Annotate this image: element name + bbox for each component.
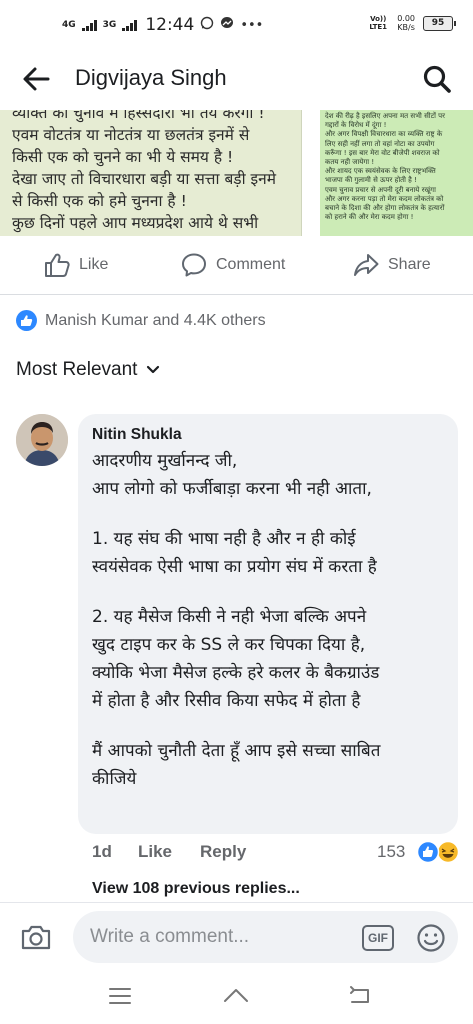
text-line: कुछ दिनों पहले आप मध्यप्रदेश आये थे सभी xyxy=(12,214,259,232)
like-haha-reaction-icon[interactable] xyxy=(414,840,460,864)
text-line: में होता है और रिसीव किया सफेद में होता … xyxy=(92,691,361,711)
post-image-right-panel: देश की रीढ़ है इसलिए अपना मत सभी सीटों प… xyxy=(320,110,473,236)
post-action-row: Like Comment Share xyxy=(0,244,473,290)
page-title: Digvijaya Singh xyxy=(75,65,227,90)
text-line: बचाने के दिशा की और होगा लोकतंत्र के हत्… xyxy=(325,204,445,213)
home-icon[interactable] xyxy=(222,984,250,1008)
comment-body: आदरणीय मुर्खानन्द जी, आप लोगो को फर्जीबाड… xyxy=(92,447,444,793)
text-line: और अगर करना पड़ा तो मेरा कदम लोकतंत्र को xyxy=(325,194,444,203)
battery-icon: 95 xyxy=(423,15,456,31)
text-line: को हराने की और मेरा कदम होगा ! xyxy=(325,213,414,222)
text-line: व्यक्ति का चुनाव में हिस्सेदारी भी तय कर… xyxy=(12,110,265,122)
comment-reaction-count[interactable]: 153 xyxy=(377,842,405,862)
post-image[interactable]: व्यक्ति का चुनाव में हिस्सेदारी भी तय कर… xyxy=(0,110,473,236)
network-type-1: 4G xyxy=(62,19,76,30)
gif-button[interactable]: GIF xyxy=(362,925,394,951)
like-reaction-icon xyxy=(16,310,37,331)
text-line: 2. यह मैसेज किसी ने नही भेजा बल्कि अपने xyxy=(92,607,367,627)
network-speed: 0.00 KB/s xyxy=(397,14,415,32)
signal-bars-1-icon xyxy=(81,19,97,31)
text-line: देखा जाए तो विचारधारा बड़ी या सत्ता बड़ी… xyxy=(12,170,277,188)
comment-meta: 1d Like Reply 153 xyxy=(92,840,462,866)
text-line: एवम वोटतंत्र या नोटतंत्र या छलतंत्र इनमे… xyxy=(12,126,250,144)
network-type-2: 3G xyxy=(102,19,117,30)
status-right: Vo)) LTE1 0.00 KB/s 95 xyxy=(367,14,456,32)
text-line: करूँगा ! इस बार मेरा वोट बीजेपी शवराज को xyxy=(325,148,440,157)
text-line: मंत्रियों से मिले किन्तु सिंधिया समर्थक … xyxy=(12,234,301,236)
text-line: कतय नही जायेगा ! xyxy=(325,158,375,167)
comment-bubble-icon xyxy=(182,253,206,277)
text-line: भाजपा की गुलामी से ऊपर होती है ! xyxy=(325,176,417,185)
comment-input[interactable] xyxy=(73,911,458,963)
reactions-summary[interactable]: Manish Kumar and 4.4K others xyxy=(16,310,266,331)
comment-bubble[interactable]: Nitin Shukla आदरणीय मुर्खानन्द जी, आप लोग… xyxy=(78,414,458,834)
sort-dropdown[interactable]: Most Relevant xyxy=(16,359,160,381)
text-line: से किसी एक को हमे चुनना है ! xyxy=(12,192,187,210)
like-button[interactable]: Like xyxy=(44,252,108,278)
text-line: मैं आपको चुनौती देता हूँ आप इसे सच्चा सा… xyxy=(92,741,381,761)
text-line: 1. यह संघ की भाषा नही है और न ही कोई xyxy=(92,529,356,549)
text-line: और अगर विपक्षी विचारधारा का व्यक्ति राष्… xyxy=(325,130,443,139)
whatsapp-icon xyxy=(200,16,214,34)
reactions-text: Manish Kumar and 4.4K others xyxy=(45,311,266,329)
comment-time: 1d xyxy=(92,842,112,861)
text-line: आप लोगो को फर्जीबाड़ा करना भी नही आता, xyxy=(92,479,372,499)
camera-icon[interactable] xyxy=(20,923,52,951)
text-line: लिए सही नहीं लगा तो वहां नोटा का उपयोग xyxy=(325,139,435,148)
text-line: किसी एक को चुनने का भी ये समय है ! xyxy=(12,148,234,166)
sort-label: Most Relevant xyxy=(16,359,138,380)
comment-like-button[interactable]: Like xyxy=(138,842,172,862)
menu-lines-icon[interactable] xyxy=(106,984,134,1008)
post-image-left-text: व्यक्ति का चुनाव में हिस्सेदारी भी तय कर… xyxy=(12,110,301,236)
more-notifications-icon: ••• xyxy=(240,17,264,33)
volte-indicator: Vo)) LTE1 xyxy=(369,15,388,31)
text-line: कीजिये xyxy=(92,769,137,789)
avatar[interactable] xyxy=(16,414,68,466)
post-image-left-panel: व्यक्ति का चुनाव में हिस्सेदारी भी तय कर… xyxy=(0,110,302,236)
share-arrow-icon xyxy=(354,254,379,276)
speed-value: 0.00 xyxy=(397,14,415,23)
app-header: Digvijaya Singh xyxy=(0,50,473,108)
share-label: Share xyxy=(388,256,431,273)
signal-bars-2-icon xyxy=(122,19,138,31)
back-nav-icon[interactable] xyxy=(346,984,374,1008)
view-previous-replies-link[interactable]: View 108 previous replies... xyxy=(92,880,300,898)
post-image-right-text: देश की रीढ़ है इसलिए अपना मत सभी सीटों प… xyxy=(325,112,470,222)
comment-composer: GIF xyxy=(0,902,473,970)
comment-button[interactable]: Comment xyxy=(181,252,285,278)
divider xyxy=(0,294,473,295)
status-time: 12:44 xyxy=(145,15,195,35)
arrow-left-icon[interactable] xyxy=(22,66,50,92)
comment-reply-button[interactable]: Reply xyxy=(200,842,246,862)
thumbs-up-icon xyxy=(45,253,70,277)
text-line: खुद टाइप कर के SS ले कर चिपका दिया है, xyxy=(92,635,366,655)
text-line: आदरणीय मुर्खानन्द जी, xyxy=(92,451,238,471)
chevron-down-icon xyxy=(147,365,160,374)
comment-author[interactable]: Nitin Shukla xyxy=(92,426,444,444)
text-line: एवम चुनाव प्रचार से अपनी दूरी बनाये रखूं… xyxy=(325,185,436,194)
system-nav-bar xyxy=(0,970,473,1024)
text-line: स्वयंसेवक ऐसी भाषा का प्रयोग संघ में करत… xyxy=(92,557,377,577)
status-bar: 4G 3G 12:44 ••• Vo)) LTE1 0.00 KB/s 95 xyxy=(0,0,473,50)
emoji-icon[interactable] xyxy=(416,923,446,953)
search-icon[interactable] xyxy=(422,64,452,94)
share-button[interactable]: Share xyxy=(353,252,431,278)
speed-unit: KB/s xyxy=(397,23,415,32)
messenger-icon xyxy=(220,16,234,34)
status-left: 4G 3G 12:44 ••• xyxy=(62,15,263,35)
text-line: देश की रीढ़ है इसलिए अपना मत सभी सीटों प… xyxy=(325,112,446,120)
like-label: Like xyxy=(79,256,109,273)
text-line: क्योकि भेजा मैसेज हल्के हरे कलर के बैकग्… xyxy=(92,663,380,683)
comment-label: Comment xyxy=(216,256,286,273)
